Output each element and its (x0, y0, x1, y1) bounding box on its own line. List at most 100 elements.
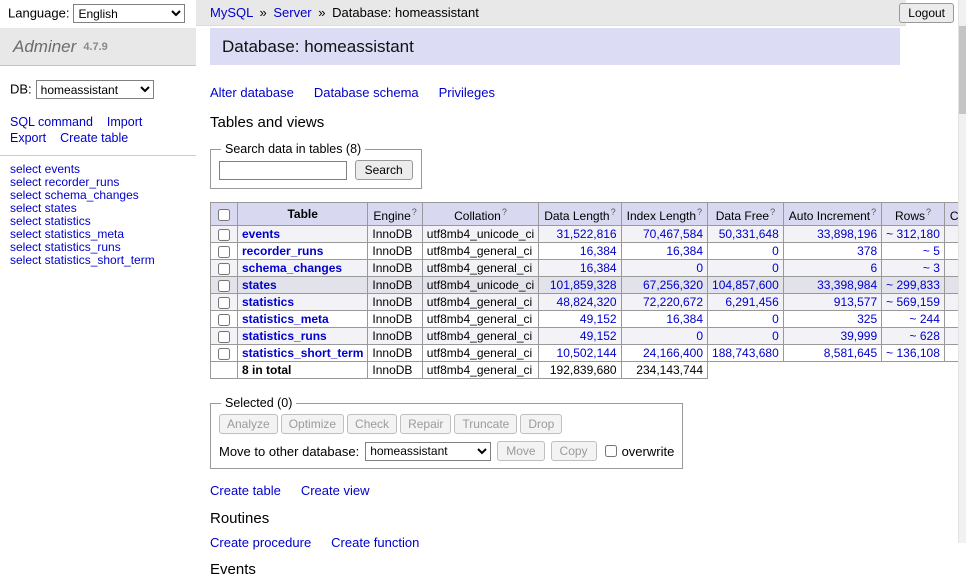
analyze-button[interactable]: Analyze (219, 414, 278, 434)
total-label: 8 in total (238, 362, 368, 379)
index-length-link-statistics_short_term[interactable]: 24,166,400 (643, 346, 703, 360)
help-icon[interactable]: ? (412, 207, 417, 217)
table-link-statistics_short_term[interactable]: statistics_short_term (242, 346, 363, 360)
sidebar: Adminer 4.7.9 DB: homeassistant SQL comma… (0, 28, 196, 543)
table-link-statistics_runs[interactable]: statistics_runs (242, 329, 327, 343)
db-label: DB: (10, 82, 32, 97)
data-free-link-states[interactable]: 104,857,600 (712, 278, 779, 292)
row-checkbox-schema_changes[interactable] (218, 263, 230, 275)
rows-link-statistics_meta[interactable]: ~ 244 (910, 312, 940, 326)
auto-increment-link-statistics[interactable]: 913,577 (834, 295, 877, 309)
vertical-scrollbar[interactable] (958, 0, 966, 543)
help-icon[interactable]: ? (611, 207, 616, 217)
search-button[interactable]: Search (355, 160, 413, 180)
index-length-link-schema_changes[interactable]: 0 (696, 261, 703, 275)
sidebar-table-link-select-statistics-short-term[interactable]: select statistics_short_term (10, 254, 186, 267)
cell-data-length: 49,152 (539, 311, 621, 328)
data-length-link-statistics_short_term[interactable]: 10,502,144 (557, 346, 617, 360)
copy-button[interactable]: Copy (551, 441, 597, 461)
row-checkbox-states[interactable] (218, 280, 230, 292)
move-db-select[interactable]: homeassistant (365, 442, 491, 461)
row-checkbox-recorder_runs[interactable] (218, 246, 230, 258)
footer-link-create-table[interactable]: Create table (210, 483, 281, 498)
row-checkbox-statistics[interactable] (218, 297, 230, 309)
row-checkbox-statistics_short_term[interactable] (218, 348, 230, 360)
index-length-link-statistics_meta[interactable]: 16,384 (666, 312, 703, 326)
help-icon[interactable]: ? (697, 207, 702, 217)
row-checkbox-events[interactable] (218, 229, 230, 241)
data-length-link-states[interactable]: 101,859,328 (550, 278, 617, 292)
sidebar-link-export[interactable]: Export (10, 131, 46, 146)
db-action-privileges[interactable]: Privileges (439, 85, 495, 100)
move-button[interactable]: Move (497, 441, 544, 461)
db-action-database-schema[interactable]: Database schema (314, 85, 419, 100)
sidebar-divider (0, 155, 196, 156)
data-free-link-events[interactable]: 50,331,648 (719, 227, 779, 241)
scrollbar-thumb[interactable] (959, 26, 966, 114)
data-length-link-statistics_meta[interactable]: 49,152 (580, 312, 617, 326)
table-link-statistics_meta[interactable]: statistics_meta (242, 312, 329, 326)
data-free-link-statistics_meta[interactable]: 0 (772, 312, 779, 326)
auto-increment-link-statistics_short_term[interactable]: 8,581,645 (824, 346, 877, 360)
table-link-schema_changes[interactable]: schema_changes (242, 261, 342, 275)
data-length-link-statistics[interactable]: 48,824,320 (557, 295, 617, 309)
data-length-link-schema_changes[interactable]: 16,384 (580, 261, 617, 275)
auto-increment-link-statistics_runs[interactable]: 39,999 (840, 329, 877, 343)
rows-link-statistics_runs[interactable]: ~ 628 (910, 329, 940, 343)
sidebar-link-create-table[interactable]: Create table (60, 131, 128, 146)
index-length-link-states[interactable]: 67,256,320 (643, 278, 703, 292)
rows-link-events[interactable]: ~ 312,180 (886, 227, 940, 241)
sidebar-link-sql-command[interactable]: SQL command (10, 115, 93, 130)
help-icon[interactable]: ? (770, 207, 775, 217)
help-icon[interactable]: ? (502, 207, 507, 217)
data-free-link-statistics_short_term[interactable]: 188,743,680 (712, 346, 779, 360)
rows-link-statistics[interactable]: ~ 569,159 (886, 295, 940, 309)
check-button[interactable]: Check (347, 414, 397, 434)
repair-button[interactable]: Repair (400, 414, 451, 434)
db-select[interactable]: homeassistant (36, 80, 154, 99)
auto-increment-link-statistics_meta[interactable]: 325 (857, 312, 877, 326)
truncate-button[interactable]: Truncate (454, 414, 517, 434)
rows-link-states[interactable]: ~ 299,833 (886, 278, 940, 292)
data-length-link-recorder_runs[interactable]: 16,384 (580, 244, 617, 258)
footer-link-create-view[interactable]: Create view (301, 483, 370, 498)
logout-button[interactable]: Logout (899, 3, 954, 23)
auto-increment-link-events[interactable]: 33,898,196 (817, 227, 877, 241)
table-link-statistics[interactable]: statistics (242, 295, 294, 309)
rows-link-recorder_runs[interactable]: ~ 5 (923, 244, 940, 258)
cell-engine: InnoDB (368, 226, 422, 243)
data-free-link-statistics[interactable]: 6,291,456 (725, 295, 778, 309)
data-free-link-statistics_runs[interactable]: 0 (772, 329, 779, 343)
data-free-link-recorder_runs[interactable]: 0 (772, 244, 779, 258)
drop-button[interactable]: Drop (520, 414, 562, 434)
table-link-events[interactable]: events (242, 227, 280, 241)
index-length-link-recorder_runs[interactable]: 16,384 (666, 244, 703, 258)
auto-increment-link-recorder_runs[interactable]: 378 (857, 244, 877, 258)
data-free-link-schema_changes[interactable]: 0 (772, 261, 779, 275)
help-icon[interactable]: ? (871, 207, 876, 217)
breadcrumb-link-server[interactable]: Server (273, 5, 311, 20)
row-checkbox-statistics_meta[interactable] (218, 314, 230, 326)
overwrite-checkbox[interactable] (605, 445, 617, 457)
auto-increment-link-schema_changes[interactable]: 6 (870, 261, 877, 275)
rows-link-statistics_short_term[interactable]: ~ 136,108 (886, 346, 940, 360)
table-link-states[interactable]: states (242, 278, 277, 292)
select-all-checkbox[interactable] (218, 209, 230, 221)
search-input[interactable] (219, 161, 347, 180)
index-length-link-events[interactable]: 70,467,584 (643, 227, 703, 241)
table-link-recorder_runs[interactable]: recorder_runs (242, 244, 323, 258)
index-length-link-statistics_runs[interactable]: 0 (696, 329, 703, 343)
data-length-link-statistics_runs[interactable]: 49,152 (580, 329, 617, 343)
app-logo: Adminer 4.7.9 (0, 28, 196, 66)
optimize-button[interactable]: Optimize (281, 414, 344, 434)
index-length-link-statistics[interactable]: 72,220,672 (643, 295, 703, 309)
auto-increment-link-states[interactable]: 33,398,984 (817, 278, 877, 292)
language-select[interactable]: English (73, 4, 185, 23)
breadcrumb-link-mysql[interactable]: MySQL (210, 5, 253, 20)
rows-link-schema_changes[interactable]: ~ 3 (923, 261, 940, 275)
row-checkbox-statistics_runs[interactable] (218, 331, 230, 343)
data-length-link-events[interactable]: 31,522,816 (557, 227, 617, 241)
sidebar-link-import[interactable]: Import (107, 115, 142, 130)
db-action-alter-database[interactable]: Alter database (210, 85, 294, 100)
help-icon[interactable]: ? (926, 207, 931, 217)
